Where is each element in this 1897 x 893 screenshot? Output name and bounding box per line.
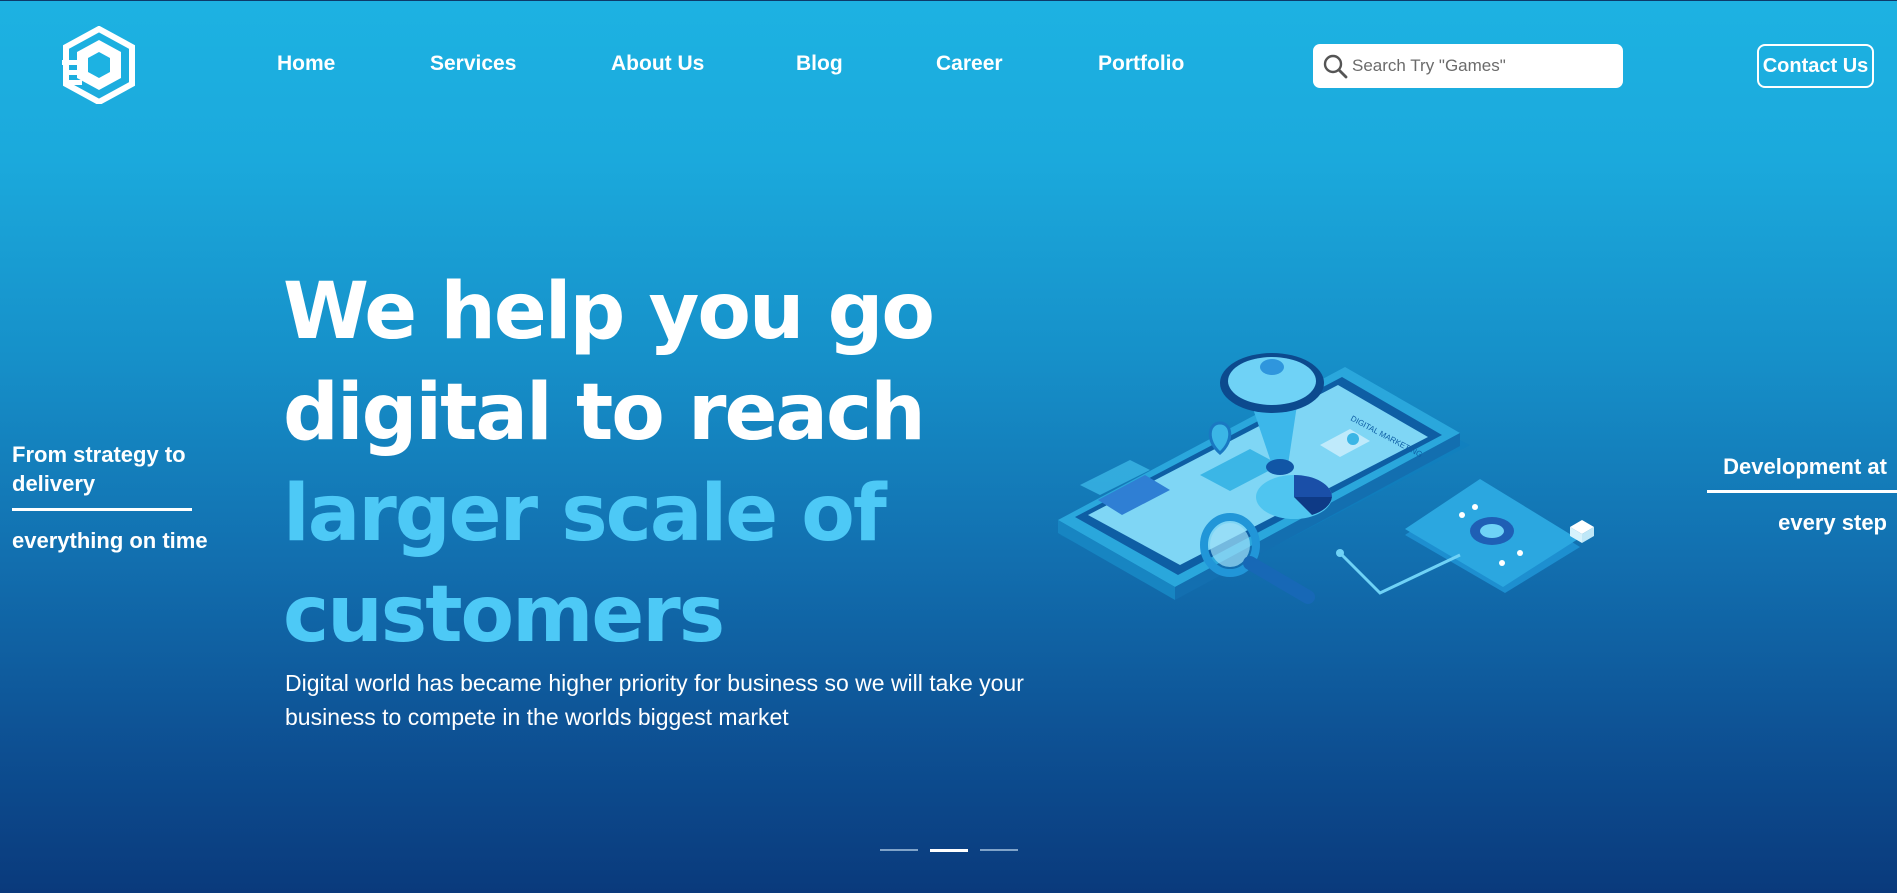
left-tagline-line2: everything on time bbox=[12, 528, 208, 553]
contact-us-button[interactable]: Contact Us bbox=[1757, 44, 1874, 88]
nav-career[interactable]: Career bbox=[936, 52, 1003, 76]
search-box[interactable] bbox=[1313, 44, 1623, 88]
right-tagline-divider bbox=[1707, 490, 1897, 493]
hero-title: We help you go digital to reach larger s… bbox=[283, 262, 983, 666]
nav-portfolio[interactable]: Portfolio bbox=[1098, 52, 1184, 76]
hero-title-line2: digital to reach bbox=[283, 368, 926, 458]
nav-about-us[interactable]: About Us bbox=[611, 52, 704, 76]
left-tagline: From strategy to delivery everything on … bbox=[12, 440, 227, 554]
slider-dot-3[interactable] bbox=[980, 849, 1018, 851]
slider-indicators bbox=[880, 849, 1018, 852]
left-tagline-line1: From strategy to delivery bbox=[12, 442, 186, 496]
right-tagline-line1: Development at bbox=[1723, 454, 1887, 479]
slider-dot-2[interactable] bbox=[930, 849, 968, 852]
digital-marketing-phone-illustration: DIGITAL MARKETING bbox=[1058, 353, 1594, 604]
right-tagline: Development at every step bbox=[1687, 454, 1897, 536]
left-tagline-divider bbox=[12, 508, 192, 511]
search-icon[interactable] bbox=[1322, 53, 1348, 79]
right-tagline-line2: every step bbox=[1778, 510, 1887, 535]
hexagon-cube-logo[interactable] bbox=[62, 26, 136, 104]
hero-title-line4: customers bbox=[283, 570, 725, 660]
hero-description: Digital world has became higher priority… bbox=[285, 670, 1024, 730]
nav-home[interactable]: Home bbox=[277, 52, 335, 76]
top-border bbox=[0, 0, 1897, 1]
nav-blog[interactable]: Blog bbox=[796, 52, 843, 76]
hero-title-line3: larger scale of bbox=[283, 469, 887, 559]
hero-title-line1: We help you go bbox=[283, 267, 935, 357]
nav-services[interactable]: Services bbox=[430, 52, 516, 76]
search-input[interactable] bbox=[1352, 56, 1602, 76]
slider-dot-1[interactable] bbox=[880, 849, 918, 851]
